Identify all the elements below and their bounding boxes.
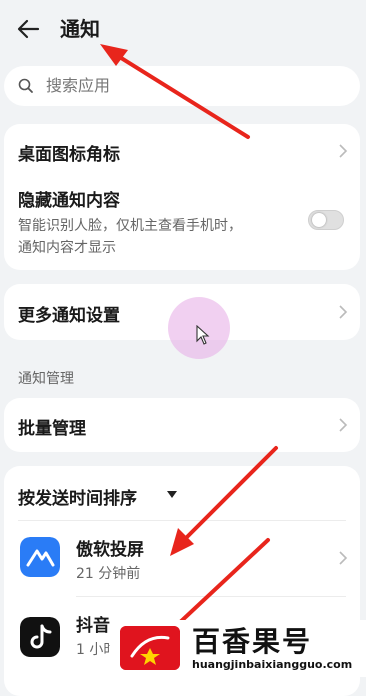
page-title: 通知: [60, 17, 100, 41]
batch-manage-row[interactable]: 批量管理: [4, 398, 360, 452]
watermark: 百香果号 huangjinbaixiangguo.com: [110, 620, 366, 677]
caret-down-icon: [167, 491, 177, 498]
app-icon-douyin: [20, 617, 60, 657]
badge-row[interactable]: 桌面图标角标: [4, 124, 360, 178]
app-name: 傲软投屏: [76, 540, 144, 560]
batch-manage-label: 批量管理: [18, 419, 86, 439]
hide-content-label: 隐藏通知内容: [18, 191, 120, 211]
pointer-icon: [196, 325, 210, 345]
chevron-right-icon: [339, 305, 348, 319]
chevron-right-icon: [339, 418, 348, 432]
toggle-knob: [312, 213, 326, 227]
section-label-manage: 通知管理: [18, 371, 74, 387]
more-settings-label: 更多通知设置: [18, 306, 120, 326]
arrow-left-icon[interactable]: [14, 14, 44, 44]
watermark-url: huangjinbaixiangguo.com: [192, 658, 353, 671]
sort-label: 按发送时间排序: [18, 489, 137, 509]
display-settings-card: 桌面图标角标 隐藏通知内容 智能识别人脸，仅机主查看手机时， 通知内容才显示: [4, 124, 360, 270]
search-input[interactable]: 搜索应用: [4, 66, 360, 106]
hide-content-desc-2: 通知内容才显示: [18, 240, 116, 256]
hide-content-row: 隐藏通知内容 智能识别人脸，仅机主查看手机时， 通知内容才显示: [4, 178, 360, 270]
app-time: 21 分钟前: [76, 566, 141, 582]
watermark-logo: [120, 626, 180, 670]
chevron-right-icon: [339, 551, 348, 565]
search-placeholder: 搜索应用: [46, 76, 111, 95]
badge-row-label: 桌面图标角标: [18, 145, 120, 165]
chevron-right-icon: [339, 144, 348, 158]
hide-content-desc-1: 智能识别人脸，仅机主查看手机时，: [18, 218, 242, 234]
sort-dropdown[interactable]: 按发送时间排序: [4, 466, 204, 520]
app-icon-aoruan: [20, 537, 60, 577]
watermark-title: 百香果号: [192, 625, 313, 658]
app-row-aoruan[interactable]: 傲软投屏 21 分钟前: [4, 521, 360, 595]
search-icon: [18, 78, 33, 93]
app-name: 抖音: [76, 616, 110, 636]
hide-content-toggle[interactable]: [308, 210, 344, 230]
top-bar: 通知: [0, 0, 366, 60]
